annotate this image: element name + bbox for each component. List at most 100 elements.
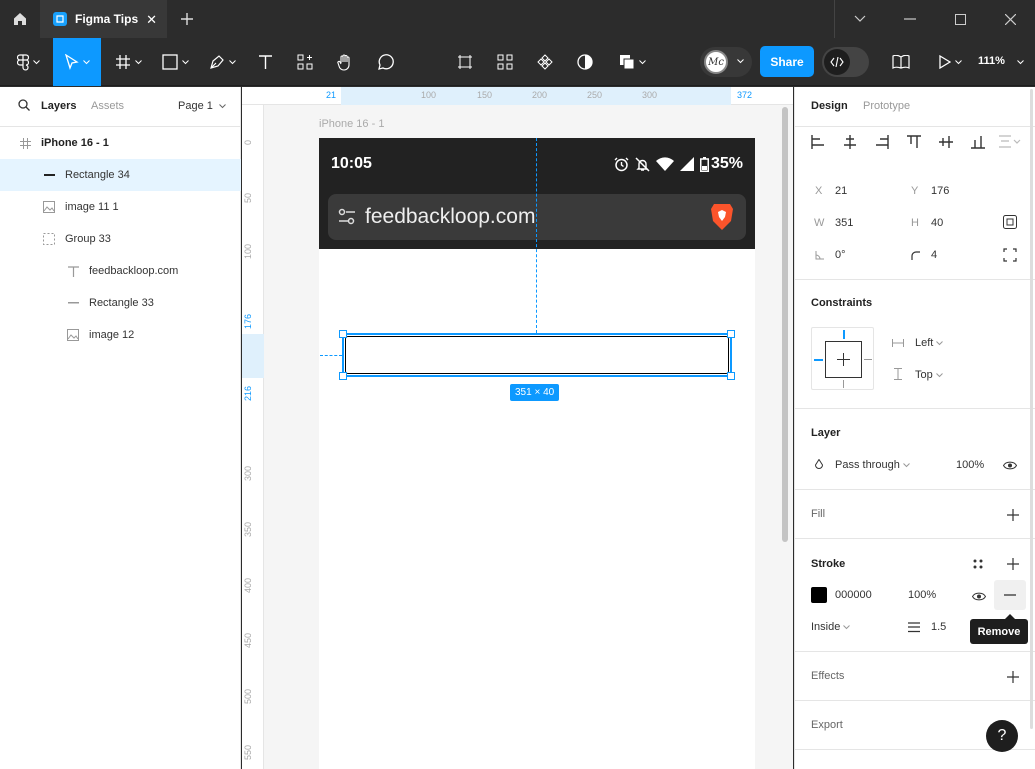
layer-row-rectangle-33[interactable]: Rectangle 33 (0, 287, 241, 319)
constrain-proportions-icon[interactable] (1003, 215, 1017, 229)
rotation-input[interactable]: 0° (835, 249, 846, 261)
dropdown-button[interactable] (835, 0, 885, 38)
boolean-button[interactable] (612, 38, 652, 86)
browser-header-image[interactable]: 10:05 35% feedbackloop.com (319, 138, 755, 249)
align-left-icon[interactable] (811, 135, 825, 149)
resize-handle-top-left[interactable] (339, 330, 347, 338)
battery-level: 35% (710, 155, 743, 172)
help-button[interactable]: ? (986, 720, 1018, 752)
styles-grid-icon[interactable] (973, 559, 983, 569)
move-tool[interactable] (53, 38, 101, 86)
resources-tool[interactable] (290, 38, 320, 86)
constraint-horizontal-select[interactable]: Left (915, 337, 944, 349)
comment-tool[interactable] (370, 38, 400, 86)
eye-icon[interactable] (1003, 461, 1017, 470)
shape-tool[interactable] (155, 38, 195, 86)
align-bottom-icon[interactable] (971, 135, 985, 149)
eye-icon[interactable] (972, 592, 986, 601)
layer-row-iphone[interactable]: iPhone 16 - 1 (0, 127, 241, 159)
tab-design[interactable]: Design (811, 100, 848, 112)
x-input[interactable]: 21 (835, 185, 847, 197)
search-button[interactable] (18, 99, 30, 114)
constraint-bottom-marker[interactable] (843, 380, 844, 388)
brave-lion-icon (711, 204, 733, 230)
main-menu-button[interactable] (8, 38, 48, 86)
close-tab-icon[interactable]: ✕ (146, 12, 157, 28)
mask-button[interactable] (570, 38, 600, 86)
stroke-position-select[interactable]: Inside (811, 621, 851, 633)
layer-row-image-12[interactable]: image 12 (0, 319, 241, 351)
add-effect-icon[interactable] (1006, 670, 1020, 684)
y-input[interactable]: 176 (931, 185, 949, 197)
corner-radius-input[interactable]: 4 (931, 249, 937, 261)
chevron-down-icon (854, 15, 866, 22)
stroke-color-swatch[interactable] (811, 587, 827, 603)
present-button[interactable] (930, 38, 970, 86)
selected-rectangle[interactable] (339, 330, 735, 380)
home-icon (14, 13, 26, 25)
home-button[interactable] (0, 0, 40, 38)
text-tool[interactable] (250, 38, 280, 86)
constraint-left-marker[interactable] (814, 359, 823, 361)
book-icon (892, 55, 910, 69)
canvas-scrollbar[interactable] (782, 107, 788, 542)
tab-layers[interactable]: Layers (41, 100, 76, 112)
hand-tool[interactable] (330, 38, 360, 86)
maximize-button[interactable] (935, 0, 985, 38)
user-menu[interactable]: Mc (700, 47, 752, 77)
effects-title: Effects (811, 670, 845, 682)
stroke-opacity-input[interactable]: 100% (908, 589, 936, 601)
tab-figma-tips[interactable]: Figma Tips ✕ (40, 0, 167, 38)
dev-mode-toggle[interactable] (822, 47, 869, 77)
tab-assets[interactable]: Assets (91, 100, 124, 112)
new-tab-button[interactable] (176, 8, 198, 30)
auto-layout-button[interactable] (490, 38, 520, 86)
distribute-icon[interactable] (999, 135, 1021, 149)
zoom-level[interactable]: 111% (978, 55, 1005, 67)
layer-row-feedbackloop[interactable]: feedbackloop.com (0, 255, 241, 287)
constraints-widget[interactable] (811, 327, 874, 390)
share-button[interactable]: Share (760, 46, 814, 77)
layer-row-group-33[interactable]: Group 33 (0, 223, 241, 255)
align-top-icon[interactable] (907, 135, 921, 149)
panel-scrollbar[interactable] (1030, 89, 1033, 729)
canvas[interactable]: 21 100 150 200 250 300 372 0 50 100 176 … (242, 87, 793, 769)
constraints-title: Constraints (811, 297, 873, 309)
library-button[interactable] (885, 38, 917, 86)
tab-prototype[interactable]: Prototype (863, 100, 910, 112)
chevron-down-icon[interactable] (1017, 60, 1024, 65)
add-fill-icon[interactable] (1006, 508, 1020, 522)
add-stroke-icon[interactable] (1006, 557, 1020, 571)
resize-handle-top-right[interactable] (727, 330, 735, 338)
layer-opacity-input[interactable]: 100% (956, 459, 984, 471)
constraint-top-marker[interactable] (843, 330, 845, 339)
page-selector[interactable]: Page 1 (178, 100, 226, 112)
chevron-down-icon (32, 59, 40, 64)
blend-mode-select[interactable]: Pass through (835, 459, 910, 471)
height-input[interactable]: 40 (931, 217, 943, 229)
image-icon (66, 328, 80, 342)
align-center-v-icon[interactable] (939, 135, 953, 149)
align-center-h-icon[interactable] (843, 135, 857, 149)
independent-corners-icon[interactable] (1003, 248, 1017, 262)
layer-row-image-11[interactable]: image 11 1 (0, 191, 241, 223)
constraint-right-marker[interactable] (864, 359, 872, 360)
resize-handle-bottom-right[interactable] (727, 372, 735, 380)
resize-handle-bottom-left[interactable] (339, 372, 347, 380)
remove-stroke-button[interactable] (994, 580, 1026, 610)
stroke-color-input[interactable]: 000000 (835, 589, 872, 601)
stroke-weight-input[interactable]: 1.5 (931, 621, 946, 633)
align-right-icon[interactable] (875, 135, 889, 149)
iphone-frame[interactable]: 10:05 35% feedbackloop.com (319, 138, 755, 769)
frame-label[interactable]: iPhone 16 - 1 (319, 118, 384, 130)
width-input[interactable]: 351 (835, 217, 853, 229)
stroke-title: Stroke (811, 558, 846, 570)
minimize-button[interactable] (885, 0, 935, 38)
pen-tool[interactable] (202, 38, 242, 86)
component-button[interactable] (530, 38, 560, 86)
crop-button[interactable] (450, 38, 480, 86)
layer-row-rectangle-34[interactable]: Rectangle 34 (0, 159, 241, 191)
close-window-button[interactable] (985, 0, 1035, 38)
constraint-vertical-select[interactable]: Top (915, 369, 943, 381)
frame-tool[interactable] (108, 38, 148, 86)
